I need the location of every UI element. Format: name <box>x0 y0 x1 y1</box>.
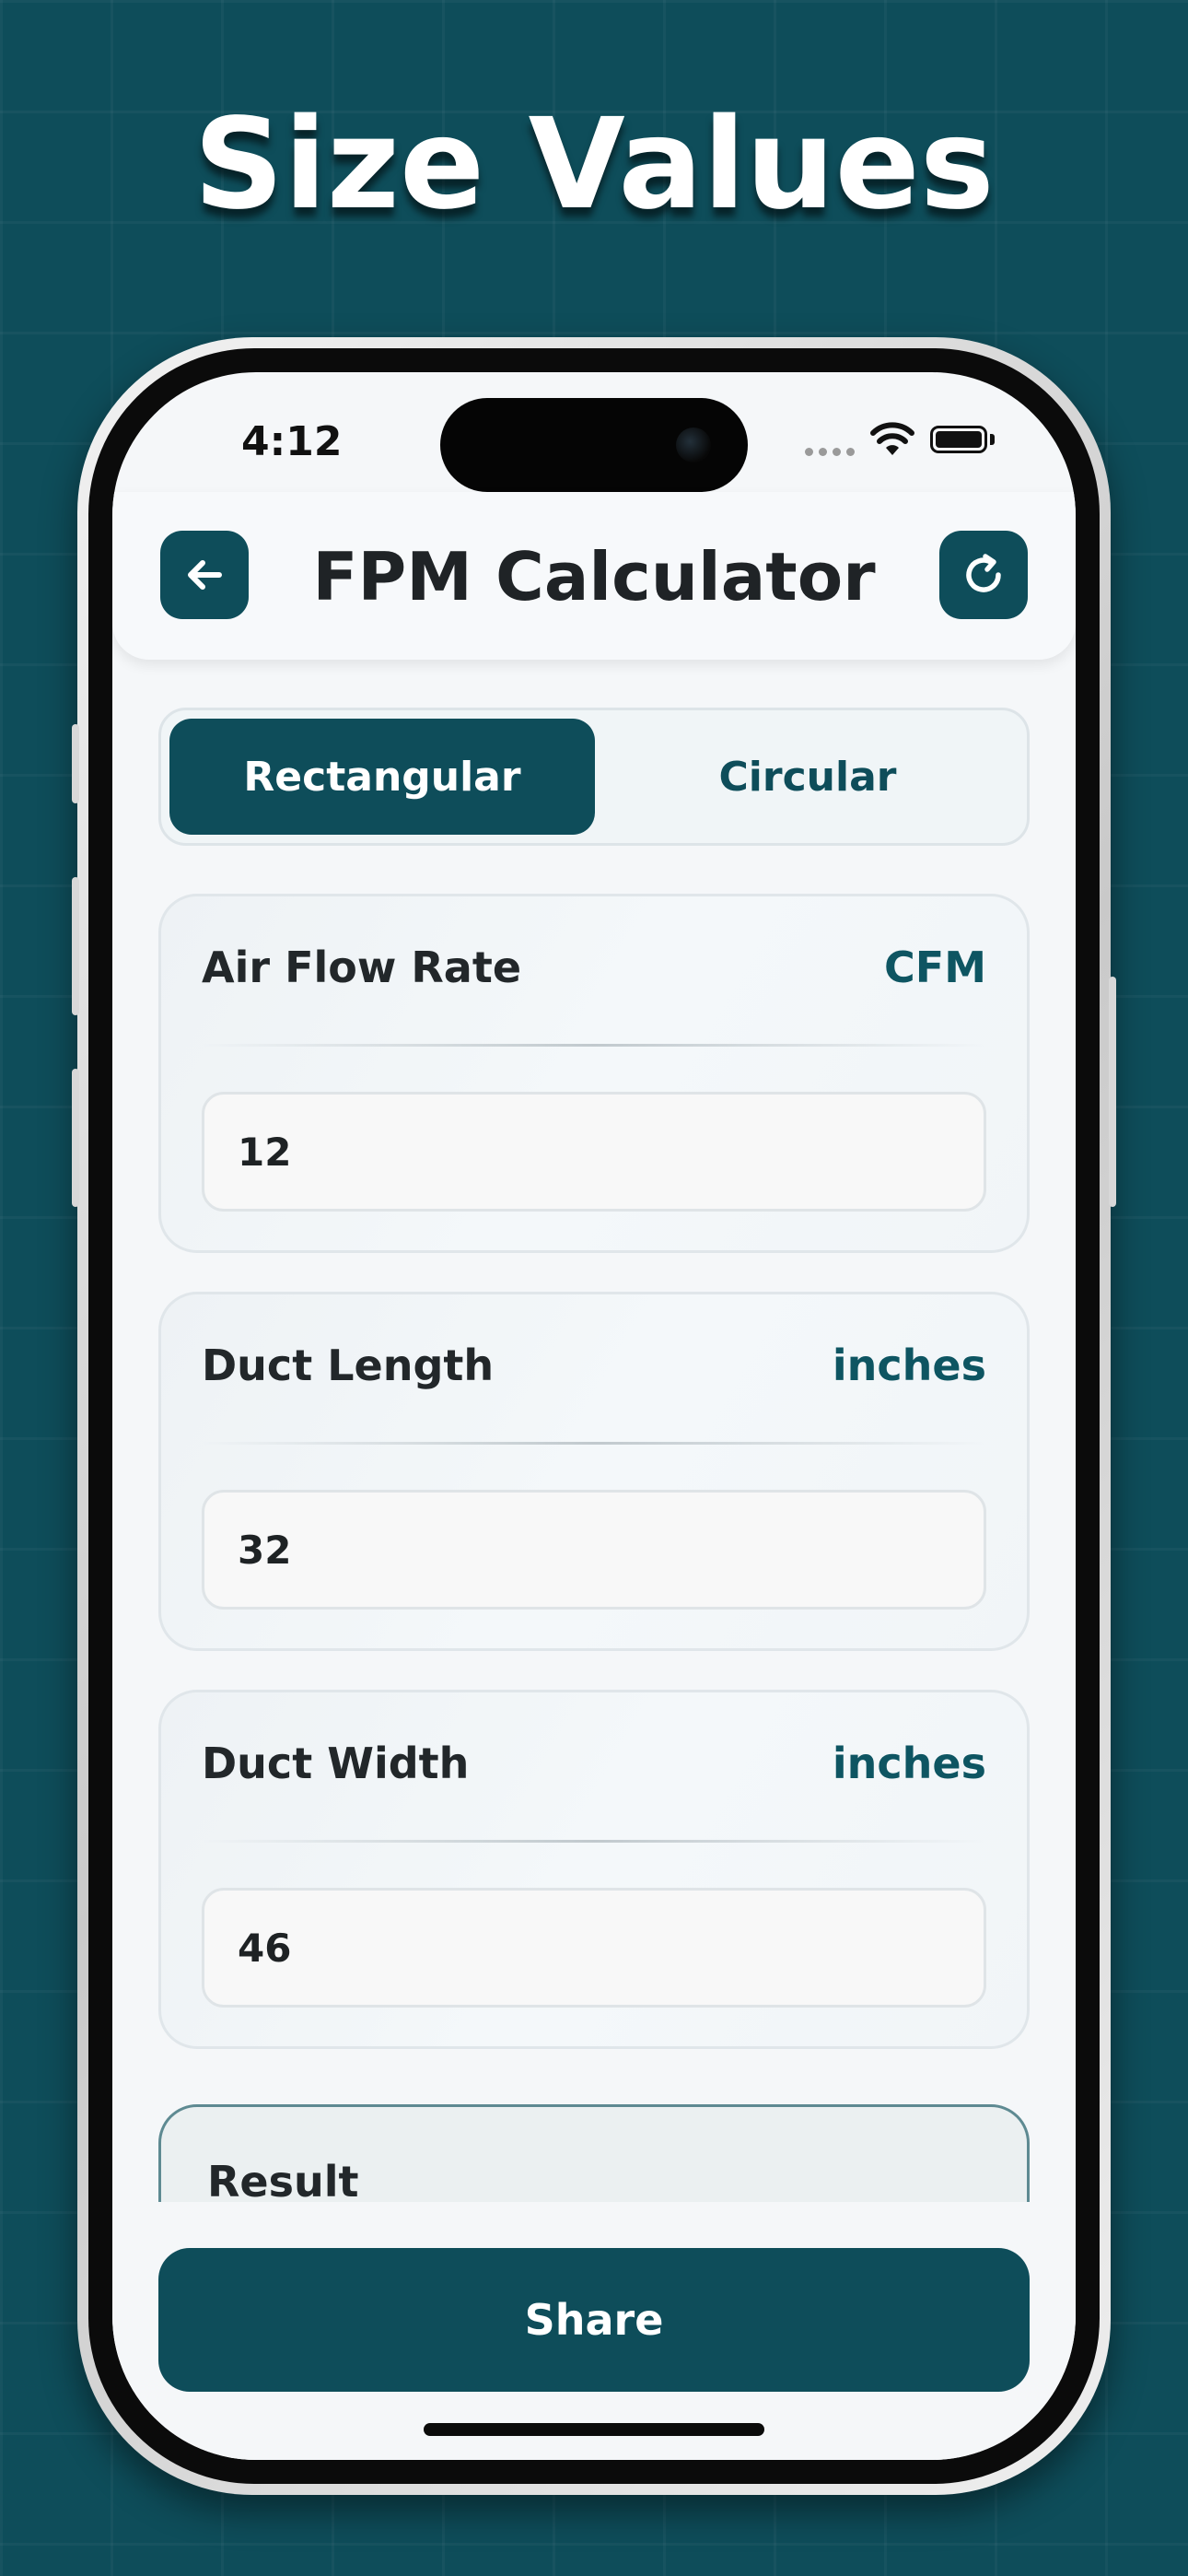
battery-icon <box>930 426 987 453</box>
promo-headline: Size Values <box>193 92 995 238</box>
field-unit: CFM <box>884 943 986 992</box>
phone-side-button <box>72 724 79 803</box>
battery-tip <box>990 434 995 445</box>
dynamic-island <box>440 398 748 492</box>
app-header: FPM Calculator <box>112 492 1076 660</box>
shape-segmented-control: Rectangular Circular <box>158 708 1030 846</box>
camera-icon <box>676 427 711 463</box>
divider <box>202 1044 986 1047</box>
air-flow-rate-input[interactable] <box>202 1092 986 1212</box>
field-label: Air Flow Rate <box>202 943 522 992</box>
duct-width-input[interactable] <box>202 1888 986 2008</box>
duct-length-input[interactable] <box>202 1490 986 1610</box>
app-screen: 4:12 FPM Calculator Rectangular Circular… <box>112 372 1076 2460</box>
tab-rectangular[interactable]: Rectangular <box>169 719 595 835</box>
refresh-button[interactable] <box>939 531 1028 619</box>
divider <box>202 1840 986 1843</box>
phone-volume-down <box>72 1069 79 1207</box>
share-button[interactable]: Share <box>158 2248 1030 2392</box>
signal-icon <box>805 448 855 456</box>
divider <box>202 1442 986 1445</box>
wifi-icon <box>870 422 914 455</box>
status-time: 4:12 <box>241 418 343 465</box>
field-unit: inches <box>832 1739 986 1788</box>
refresh-icon <box>966 554 1001 592</box>
phone-power-button <box>1109 977 1116 1207</box>
duct-width-card: Duct Width inches <box>158 1690 1030 2049</box>
home-indicator[interactable] <box>424 2423 764 2436</box>
duct-length-card: Duct Length inches <box>158 1292 1030 1651</box>
field-label: Duct Width <box>202 1739 470 1788</box>
page-title: FPM Calculator <box>312 538 876 615</box>
field-unit: inches <box>832 1341 986 1390</box>
result-label: Result <box>207 2157 359 2207</box>
air-flow-rate-card: Air Flow Rate CFM <box>158 894 1030 1253</box>
field-label: Duct Length <box>202 1341 495 1390</box>
phone-volume-up <box>72 877 79 1015</box>
tab-circular[interactable]: Circular <box>595 719 1020 835</box>
